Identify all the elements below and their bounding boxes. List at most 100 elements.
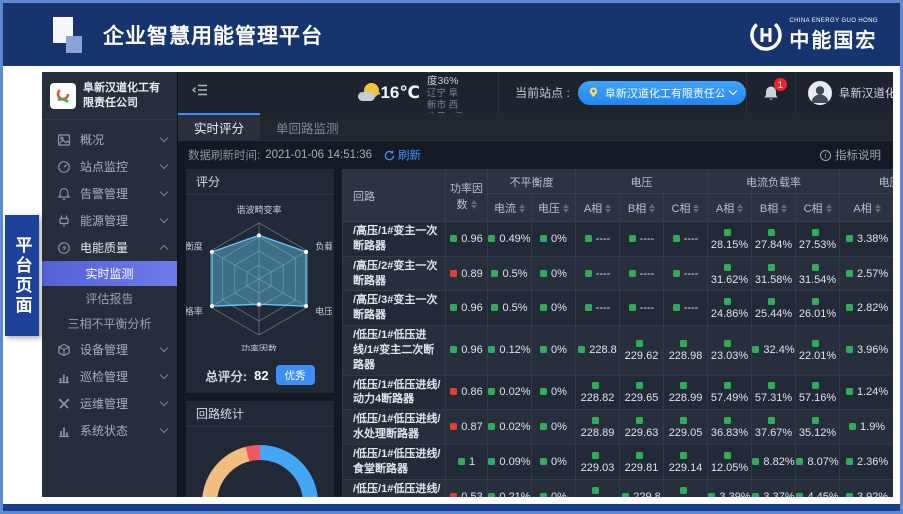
status-dot xyxy=(724,417,731,424)
collapse-sidebar-icon[interactable] xyxy=(192,83,208,102)
status-dot xyxy=(450,270,457,277)
chevron-down-icon xyxy=(160,398,168,406)
column-header-B相[interactable]: B相 xyxy=(752,194,796,222)
status-dot xyxy=(450,235,457,242)
table-row[interactable]: /低压/1#低压进线/食堂断路器10.09%0%229.03229.81229.… xyxy=(343,444,894,479)
status-dot xyxy=(488,458,495,465)
status-dot xyxy=(629,235,636,242)
circuit-name[interactable]: /高压/1#变主一次断路器 xyxy=(343,222,446,257)
status-dot xyxy=(629,304,636,311)
sort-icon[interactable] xyxy=(563,204,569,213)
system-status-icon xyxy=(56,423,71,438)
table-row[interactable]: /低压/1#低压进线/水处理断路器0.870.02%0%228.89229.63… xyxy=(343,410,894,445)
metric-cell: 26.01% xyxy=(796,291,840,326)
metric-cell: 0.96 xyxy=(446,291,488,326)
site-selector[interactable]: 阜新汉道化工有限责任公司 xyxy=(578,81,746,105)
status-dot xyxy=(629,270,636,277)
app-window: 阜新汉道化工有限责任公司 概况站点监控告警管理能源管理电能质量实时监测评估报告三… xyxy=(42,72,893,497)
sidebar-item-运维管理[interactable]: 运维管理 xyxy=(42,390,177,417)
sort-icon[interactable] xyxy=(875,204,881,213)
sort-icon[interactable] xyxy=(519,204,525,213)
column-header-A相[interactable]: A相 xyxy=(840,194,893,222)
sidebar-item-站点监控[interactable]: 站点监控 xyxy=(42,153,177,180)
table-row[interactable]: /低压/1#低压进线/动力4断路器0.860.02%0%228.82229.65… xyxy=(343,375,894,410)
table-row[interactable]: /低压/1#低压进线/机修断路器0.530.21%0%228.75229.822… xyxy=(343,479,894,497)
circuit-name[interactable]: /低压/1#低压进线/水处理断路器 xyxy=(343,410,446,445)
tab-单回路监测[interactable]: 单回路监测 xyxy=(260,113,355,140)
sort-icon[interactable] xyxy=(781,204,787,213)
status-dot xyxy=(796,493,803,498)
user-menu[interactable]: 阜新汉道化工有限责任公 xyxy=(795,72,893,113)
metric-cell: 229.8 xyxy=(620,479,664,497)
notifications-button[interactable]: 1 xyxy=(746,72,795,113)
sidebar-subitem-评估报告[interactable]: 评估报告 xyxy=(42,286,177,311)
metric-cell: ---- xyxy=(664,291,708,326)
metric-cell: 0.49% xyxy=(488,222,532,257)
metric-cell: 8.82% xyxy=(752,444,796,479)
status-dot xyxy=(812,382,819,389)
status-dot xyxy=(812,340,819,347)
column-header-电流[interactable]: 电流 xyxy=(488,194,532,222)
status-dot xyxy=(585,235,592,242)
tab-实时评分[interactable]: 实时评分 xyxy=(178,113,260,140)
status-dot xyxy=(673,235,680,242)
metric-cell: 3.96% xyxy=(840,326,893,376)
status-dot xyxy=(752,346,759,353)
column-header-A相[interactable]: A相 xyxy=(576,194,620,222)
table-row[interactable]: /低压/1#低压进线/1#变主二次断路器0.960.12%0%228.8229.… xyxy=(343,326,894,376)
sidebar-subitem-实时监测[interactable]: 实时监测 xyxy=(42,261,177,286)
column-header-电压[interactable]: 电压 xyxy=(532,194,576,222)
sort-icon[interactable] xyxy=(737,204,743,213)
sort-icon[interactable] xyxy=(693,204,699,213)
sidebar-item-能源管理[interactable]: 能源管理 xyxy=(42,207,177,234)
circuit-name[interactable]: /低压/1#低压进线/1#变主二次断路器 xyxy=(343,326,446,376)
circuit-name[interactable]: /高压/2#变主一次断路器 xyxy=(343,256,446,291)
table-row[interactable]: /高压/2#变主一次断路器0.890.5%0%------------31.62… xyxy=(343,256,894,291)
column-header-A相[interactable]: A相 xyxy=(708,194,752,222)
metric-cell: ---- xyxy=(664,256,708,291)
sidebar-item-告警管理[interactable]: 告警管理 xyxy=(42,180,177,207)
sidebar-item-设备管理[interactable]: 设备管理 xyxy=(42,336,177,363)
status-dot xyxy=(636,340,643,347)
status-dot xyxy=(540,458,547,465)
refresh-button[interactable]: 刷新 xyxy=(384,147,421,163)
circuit-name[interactable]: /高压/3#变主一次断路器 xyxy=(343,291,446,326)
indicator-help-button[interactable]: i 指标说明 xyxy=(820,147,881,163)
circuit-name[interactable]: /低压/1#低压进线/食堂断路器 xyxy=(343,444,446,479)
circuit-name[interactable]: /低压/1#低压进线/动力4断路器 xyxy=(343,375,446,410)
sort-icon[interactable] xyxy=(471,200,477,209)
status-dot xyxy=(768,417,775,424)
column-header-C相[interactable]: C相 xyxy=(796,194,840,222)
status-dot xyxy=(768,264,775,271)
metric-cell: 228.89 xyxy=(576,410,620,445)
status-dot xyxy=(450,388,457,395)
column-header-power-factor[interactable]: 功率因数 xyxy=(446,170,488,222)
chevron-down-icon xyxy=(160,425,168,433)
status-dot xyxy=(768,382,775,389)
column-header-C相[interactable]: C相 xyxy=(664,194,708,222)
column-header-B相[interactable]: B相 xyxy=(620,194,664,222)
circuit-donut-chart xyxy=(202,445,318,497)
sidebar-item-巡检管理[interactable]: 巡检管理 xyxy=(42,363,177,390)
sort-icon[interactable] xyxy=(649,204,655,213)
status-dot xyxy=(592,487,599,494)
sidebar-subitem-三相不平衡分析[interactable]: 三相不平衡分析 xyxy=(42,311,177,336)
status-dot xyxy=(846,346,853,353)
device-icon xyxy=(56,342,71,357)
metric-cell: 229.62 xyxy=(620,326,664,376)
table-row[interactable]: /高压/1#变主一次断路器0.960.49%0%------------28.1… xyxy=(343,222,894,257)
sidebar-item-电能质量[interactable]: 电能质量 xyxy=(42,234,177,261)
circuit-name[interactable]: /低压/1#低压进线/机修断路器 xyxy=(343,479,446,497)
table-row[interactable]: /高压/3#变主一次断路器0.960.5%0%------------24.86… xyxy=(343,291,894,326)
metric-cell: 12.05% xyxy=(708,444,752,479)
status-dot xyxy=(488,235,495,242)
sidebar-item-系统状态[interactable]: 系统状态 xyxy=(42,417,177,444)
status-dot xyxy=(450,423,457,430)
status-dot xyxy=(708,493,715,498)
sort-icon[interactable] xyxy=(826,204,832,213)
top-banner: 企业智慧用能管理平台 CHINA ENERGY GUO HONG 中能国宏 xyxy=(3,3,900,66)
sidebar-item-概况[interactable]: 概况 xyxy=(42,126,177,153)
inspection-icon xyxy=(56,369,71,384)
metric-cell: 0% xyxy=(532,291,576,326)
sort-icon[interactable] xyxy=(605,204,611,213)
